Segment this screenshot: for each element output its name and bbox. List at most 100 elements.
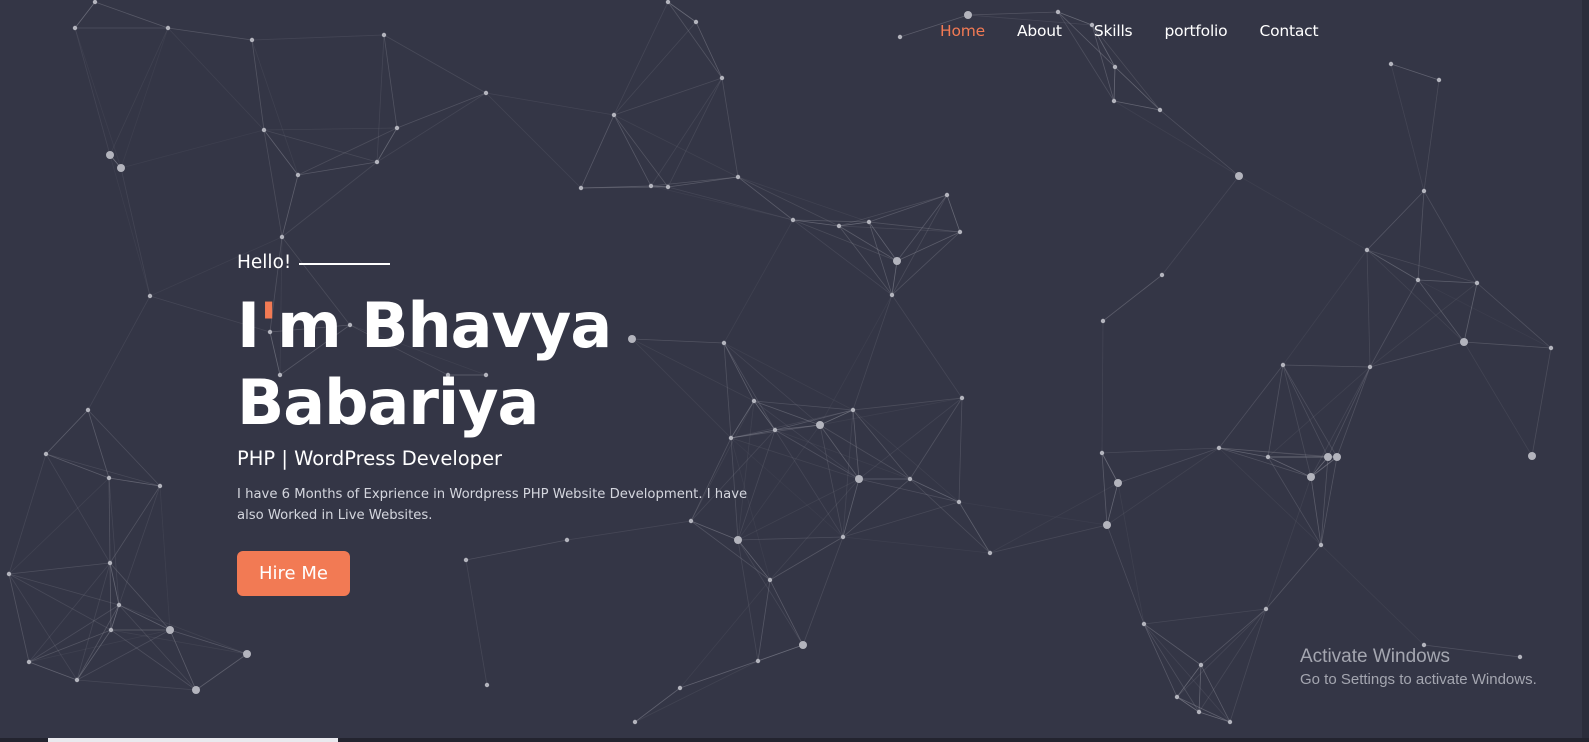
- hire-me-button[interactable]: Hire Me: [237, 551, 350, 596]
- particle-node: [261, 127, 267, 133]
- particle-link: [8, 573, 30, 663]
- particle-link: [74, 1, 96, 29]
- particle-link: [1117, 482, 1145, 625]
- particle-link: [896, 231, 961, 262]
- particle-link: [87, 295, 151, 411]
- particle-node: [957, 229, 963, 235]
- nav-about[interactable]: About: [1017, 22, 1062, 40]
- horizontal-scrollbar[interactable]: [0, 738, 1589, 742]
- particle-node: [106, 151, 114, 159]
- particle-node: [964, 11, 972, 19]
- nav-home[interactable]: Home: [940, 22, 985, 40]
- particle-link: [1336, 366, 1371, 458]
- particle-node: [889, 292, 895, 298]
- particle-link: [819, 397, 963, 426]
- particle-link: [695, 21, 723, 79]
- particle-node: [1436, 77, 1442, 83]
- nav-skills[interactable]: Skills: [1094, 22, 1133, 40]
- horizontal-scrollbar-thumb[interactable]: [48, 738, 338, 742]
- particle-link: [74, 27, 111, 156]
- hero-name-line-2: Babariya: [237, 366, 539, 439]
- particle-node: [959, 395, 965, 401]
- particle-link: [1176, 696, 1200, 713]
- particle-node: [1388, 61, 1394, 67]
- particle-link: [946, 194, 961, 233]
- particle-link: [852, 409, 960, 503]
- particle-link: [891, 294, 963, 399]
- particle-link: [1198, 608, 1267, 713]
- particle-node: [897, 34, 903, 40]
- particle-link: [838, 225, 961, 233]
- particle-link: [613, 114, 669, 188]
- particle-link: [1117, 447, 1220, 484]
- particle-node: [1141, 621, 1147, 627]
- particle-node: [106, 475, 112, 481]
- hero-name: I'm Bhavya Babariya: [237, 287, 777, 441]
- particle-node: [381, 32, 387, 38]
- particle-link: [891, 194, 948, 296]
- particle-node: [85, 407, 91, 413]
- particle-link: [634, 687, 681, 723]
- particle-link: [774, 429, 844, 538]
- particle-link: [842, 478, 911, 538]
- vertical-scrollbar[interactable]: [1582, 0, 1589, 742]
- particle-link: [989, 524, 1108, 554]
- particle-link: [87, 409, 110, 479]
- particle-link: [251, 39, 265, 131]
- particle-node: [1333, 453, 1341, 461]
- particle-link: [263, 129, 378, 163]
- particle-node: [1114, 479, 1122, 487]
- particle-link: [1320, 456, 1338, 546]
- particle-link: [76, 629, 112, 681]
- particle-node: [836, 223, 842, 229]
- particle-link: [1366, 249, 1371, 368]
- particle-link: [109, 562, 171, 631]
- particle-link: [167, 27, 253, 41]
- particle-link: [769, 536, 844, 581]
- particle-node: [1415, 277, 1421, 283]
- nav-contact[interactable]: Contact: [1259, 22, 1318, 40]
- particle-node: [611, 112, 617, 118]
- particle-link: [1390, 63, 1440, 81]
- particle-link: [667, 77, 723, 188]
- particle-link: [1106, 524, 1145, 625]
- particle-link: [1143, 623, 1178, 698]
- particle-node: [665, 184, 671, 190]
- particle-link: [1423, 79, 1440, 192]
- particle-link: [94, 1, 169, 29]
- particle-link: [109, 154, 151, 297]
- particle-link: [1282, 364, 1338, 458]
- particle-link: [989, 482, 1119, 554]
- particle-link: [580, 114, 615, 189]
- particle-node: [192, 686, 200, 694]
- particle-node: [1112, 64, 1118, 70]
- particle-link: [1113, 100, 1240, 177]
- particle-node: [1157, 107, 1163, 113]
- watermark-subtitle: Go to Settings to activate Windows.: [1300, 671, 1537, 688]
- particle-link: [76, 679, 197, 691]
- particle-link: [263, 129, 299, 176]
- particle-link: [1218, 447, 1312, 478]
- particle-link: [120, 129, 265, 169]
- particle-link: [297, 161, 378, 176]
- particle-node: [850, 407, 856, 413]
- particle-link: [1369, 282, 1478, 368]
- particle-link: [1366, 249, 1419, 281]
- particle-link: [28, 604, 120, 663]
- particle-link: [838, 221, 870, 227]
- particle-node: [855, 475, 863, 483]
- particle-link: [251, 34, 385, 41]
- particle-link: [868, 221, 961, 233]
- particle-node: [1100, 318, 1106, 324]
- particle-link: [1200, 608, 1267, 666]
- particle-node: [157, 483, 163, 489]
- particle-link: [852, 294, 893, 411]
- particle-node: [907, 476, 913, 482]
- particle-link: [774, 429, 860, 480]
- particle-link: [1143, 608, 1267, 625]
- particle-node: [1307, 473, 1315, 481]
- nav-portfolio[interactable]: portfolio: [1164, 22, 1227, 40]
- particle-node: [165, 25, 171, 31]
- particle-link: [909, 397, 963, 480]
- particle-link: [1143, 623, 1202, 666]
